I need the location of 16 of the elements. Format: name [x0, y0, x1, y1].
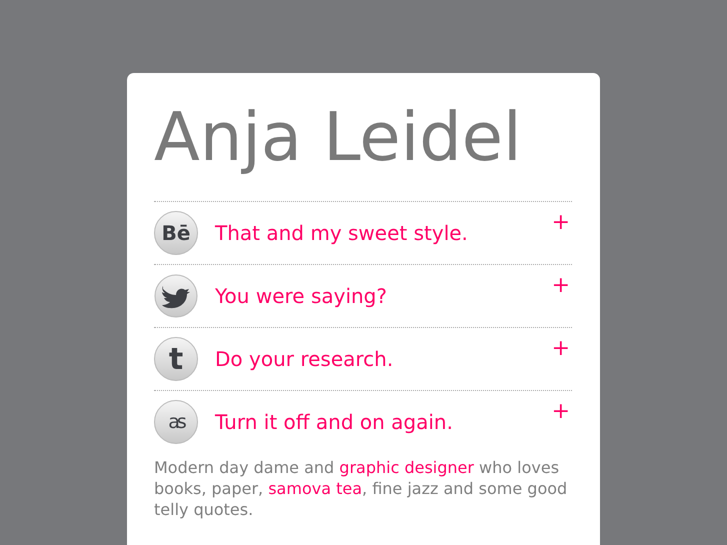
link-text[interactable]: Do your research. — [215, 347, 552, 371]
expand-toggle[interactable]: + — [552, 336, 570, 361]
bird-icon[interactable] — [154, 274, 198, 318]
letter-icon[interactable]: t — [154, 337, 198, 381]
expand-toggle[interactable]: + — [552, 210, 570, 235]
expand-toggle[interactable]: + — [552, 273, 570, 298]
logo-icon[interactable]: Bē — [154, 211, 198, 255]
bio-paragraph: Modern day dame and graphic designer who loves books, paper, samova tea, fine jazz and some good telly quotes. — [154, 457, 568, 520]
link-text[interactable]: Turn it off and on again. — [215, 410, 552, 434]
bio-link[interactable]: graphic designer — [339, 458, 474, 477]
link-text[interactable]: That and my sweet style. — [215, 221, 552, 245]
logo-icon[interactable]: as — [154, 400, 198, 444]
expand-toggle[interactable]: + — [552, 399, 570, 424]
page-title: Anja Leidel — [154, 97, 523, 178]
link-text[interactable]: You were saying? — [215, 284, 552, 308]
bio-link[interactable]: samova tea — [268, 479, 362, 498]
